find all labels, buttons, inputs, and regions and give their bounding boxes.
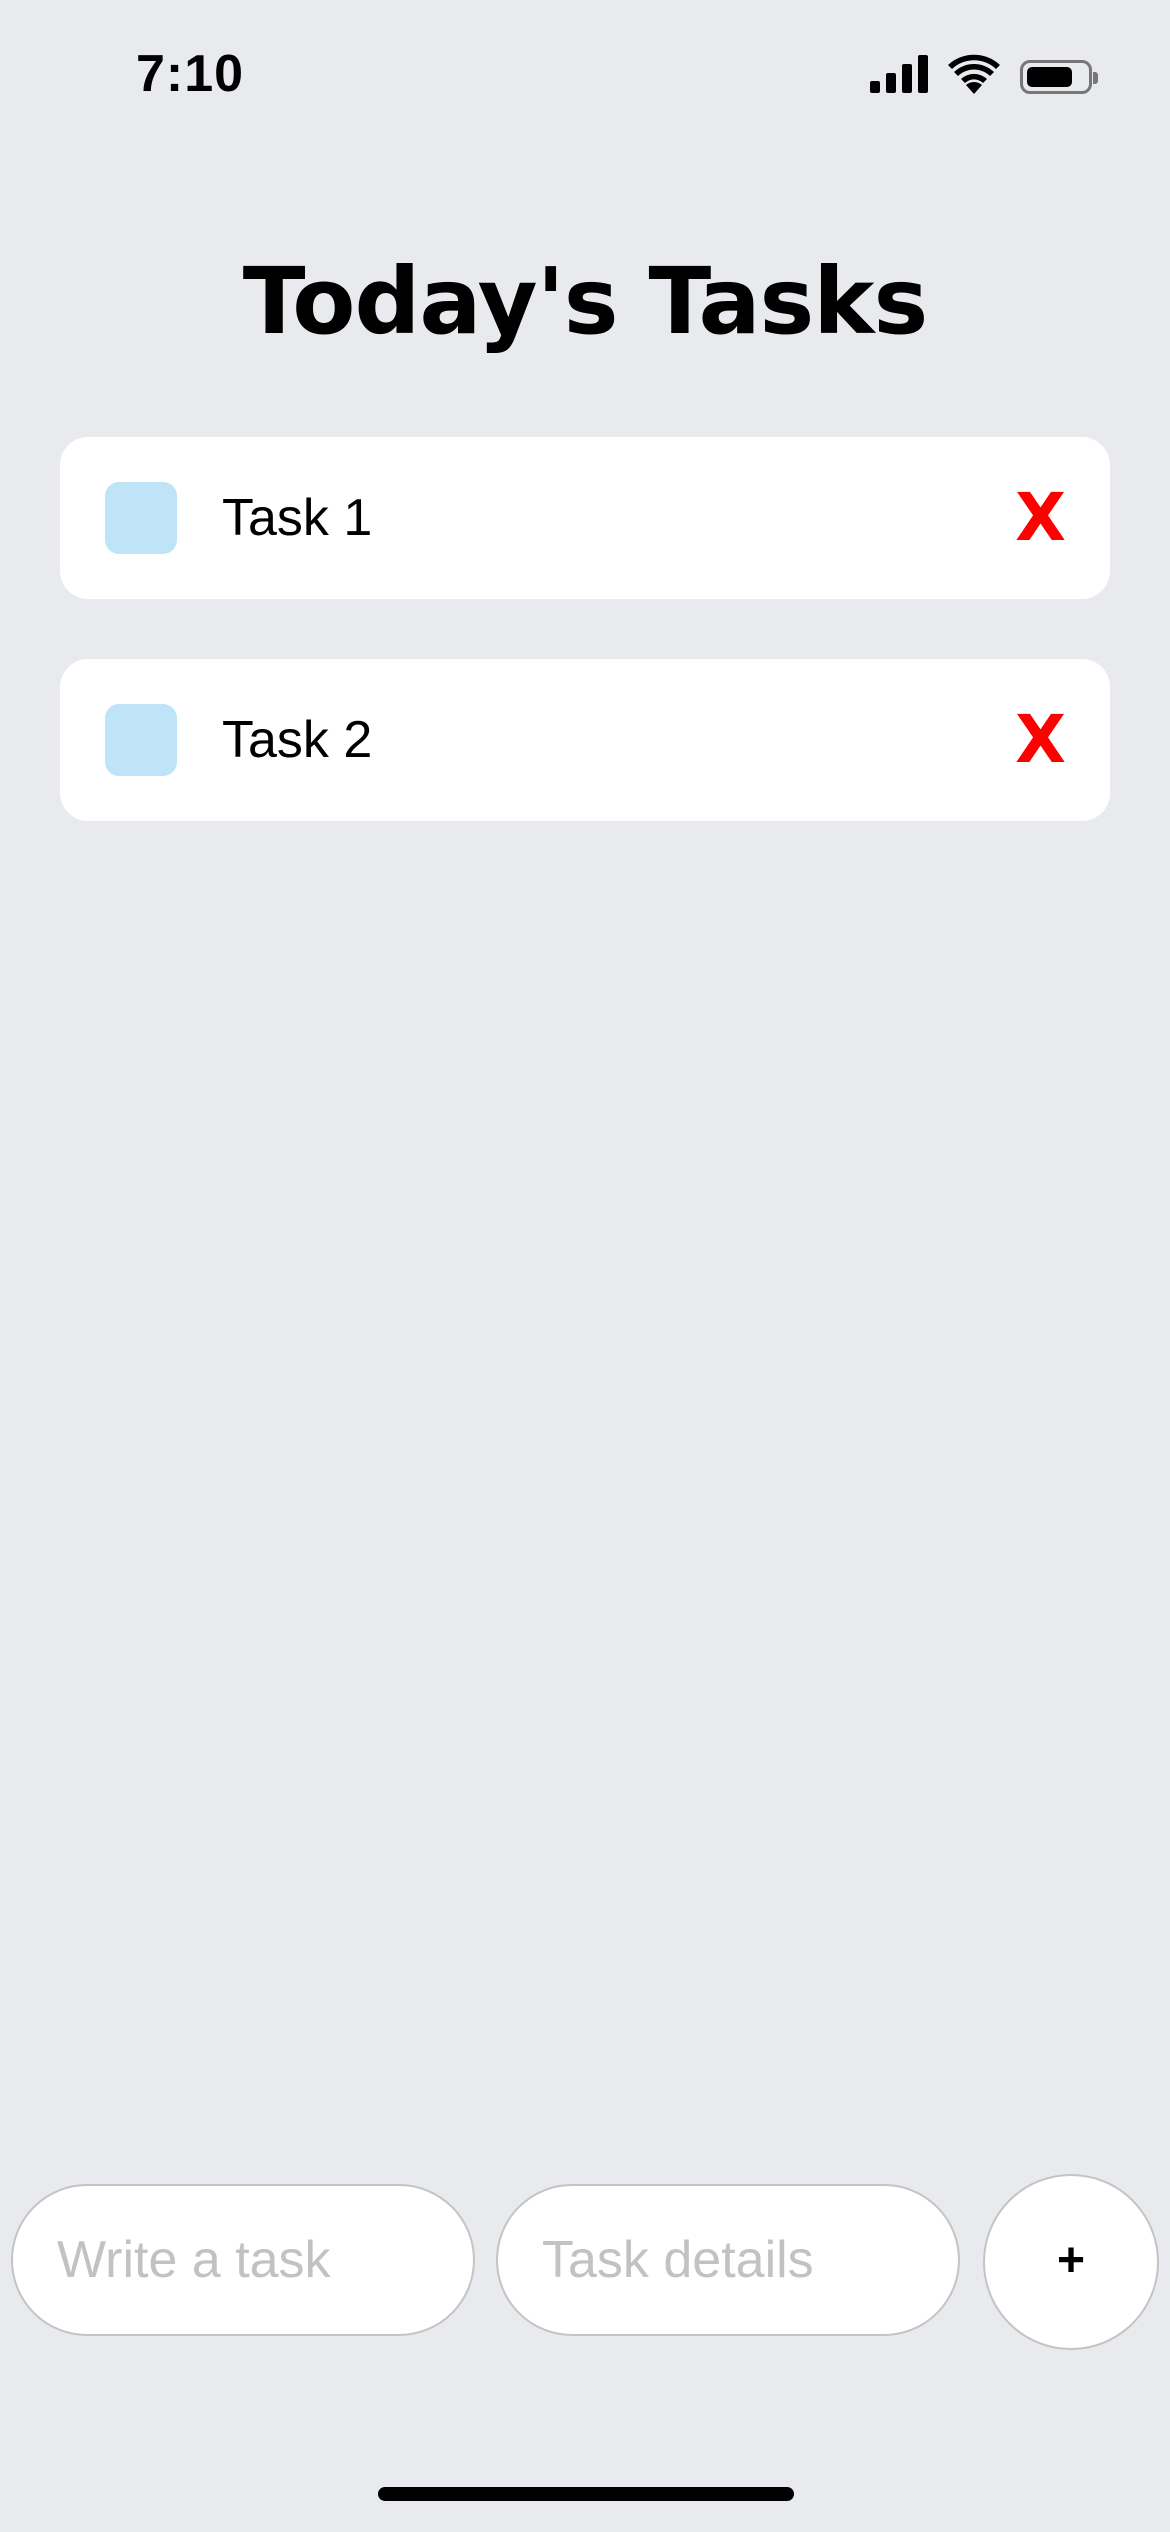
delete-task-button[interactable]: X [1015, 659, 1066, 821]
cellular-signal-icon [870, 55, 928, 98]
wifi-icon [948, 54, 1000, 99]
battery-icon [1020, 59, 1098, 94]
home-indicator[interactable] [378, 2487, 794, 2501]
delete-task-button[interactable]: X [1015, 437, 1066, 599]
status-icons [870, 54, 1098, 99]
task-checkbox[interactable] [105, 704, 177, 776]
task-details-input[interactable] [496, 2184, 960, 2336]
task-label: Task 1 [222, 489, 373, 547]
add-task-button[interactable]: + [983, 2174, 1159, 2350]
task-label: Task 2 [222, 711, 373, 769]
task-checkbox[interactable] [105, 482, 177, 554]
task-item[interactable]: Task 2 X [60, 659, 1110, 821]
page-title: Today's Tasks [242, 248, 928, 355]
task-item[interactable]: Task 1 X [60, 437, 1110, 599]
task-input[interactable] [11, 2184, 475, 2336]
status-time: 7:10 [136, 45, 245, 103]
